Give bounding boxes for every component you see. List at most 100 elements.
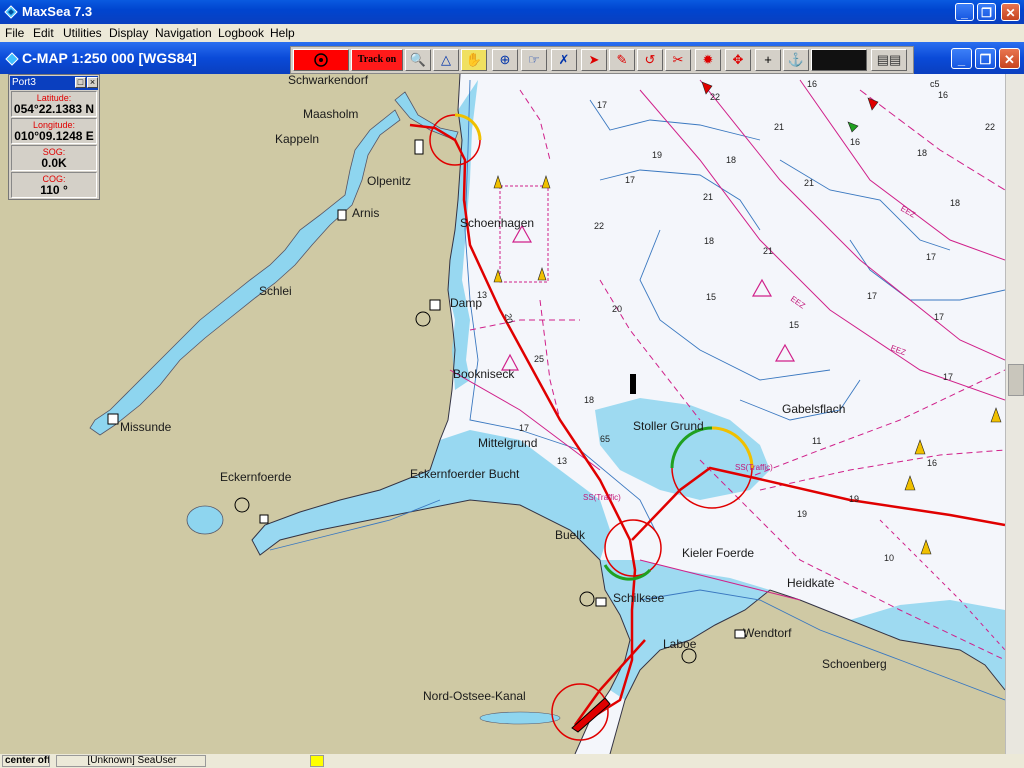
hand-icon: ✋ (465, 52, 483, 67)
plus-button[interactable]: + (755, 49, 781, 71)
depth-sounding: 15 (789, 320, 799, 330)
latitude-field: Latitude: 054°22.1383 N (11, 91, 97, 117)
maxsea-app: MaxSea 7.3 _ ❐ ✕ File Edit Utilities Dis… (0, 0, 1024, 768)
depth-sounding: 17 (519, 423, 529, 433)
compass-button[interactable]: △ (433, 49, 459, 71)
route-icon: ✗ (558, 52, 570, 67)
sog-field: SOG: 0.0K (11, 145, 97, 171)
place-label: Nord-Ostsee-Kanal (423, 689, 526, 703)
menu-bar: File Edit Utilities Display Navigation L… (0, 24, 1024, 42)
depth-sounding: 18 (704, 236, 714, 246)
vertical-scrollbar[interactable] (1005, 74, 1024, 754)
depth-sounding: 20 (612, 304, 622, 314)
target-button[interactable] (293, 49, 349, 71)
pan-button[interactable]: ☞ (521, 49, 547, 71)
app-titlebar: MaxSea 7.3 _ ❐ ✕ (0, 0, 1024, 24)
close-button[interactable]: ✕ (1001, 3, 1020, 21)
schlei-inlet (89, 91, 459, 436)
hand-button[interactable]: ✋ (461, 49, 487, 71)
place-label: Wendtorf (743, 626, 792, 640)
undo-button[interactable]: ↺ (637, 49, 663, 71)
mob-button[interactable]: ✹ (695, 49, 721, 71)
depth-sounding: 22 (985, 122, 995, 132)
place-label: Kappeln (275, 132, 319, 146)
depth-sounding: 65 (600, 434, 610, 444)
pencil-button[interactable]: ✎ (609, 49, 635, 71)
restore-button[interactable]: ❐ (977, 3, 996, 21)
zoom-button[interactable]: 🔍 (405, 49, 431, 71)
cog-value: 110 ° (40, 183, 68, 197)
chart-close-button[interactable]: ✕ (999, 48, 1020, 69)
depth-sounding: 10 (884, 553, 894, 563)
undo-icon: ↺ (644, 52, 656, 67)
minimize-button[interactable]: _ (955, 3, 974, 21)
move-button[interactable]: ✥ (725, 49, 751, 71)
menu-edit[interactable]: Edit (33, 26, 54, 40)
crosshair-button[interactable]: ⊕ (492, 49, 518, 71)
traffic-separation-label-2: SS(Traffic) (735, 463, 773, 472)
route-button[interactable]: ✗ (551, 49, 577, 71)
menu-navigation[interactable]: Navigation (155, 26, 212, 40)
nav-data-panel[interactable]: Port3 □ × Latitude: 054°22.1383 N Longit… (8, 74, 100, 200)
place-label: Stoller Grund (633, 419, 704, 433)
place-label: Olpenitz (367, 174, 411, 188)
chart-canvas[interactable]: SS(Traffic) SS(Traffic) EEZ EEZ EEZ 20 1… (0, 74, 1005, 754)
place-label: Maasholm (303, 107, 358, 121)
kanal-basin (479, 711, 561, 725)
scissors-button[interactable]: ✂ (665, 49, 691, 71)
chart-minimize-button[interactable]: _ (951, 48, 972, 69)
traffic-separation-label: SS(Traffic) (583, 493, 621, 502)
plus-icon: + (764, 52, 772, 67)
place-label: Arnis (352, 206, 379, 220)
depth-sounding: 16 (850, 137, 860, 147)
longitude-field: Longitude: 010°09.1248 E (11, 118, 97, 144)
app-title: MaxSea 7.3 (22, 4, 93, 19)
windebyer-noor (186, 505, 224, 535)
track-on-button[interactable]: Track on (351, 49, 403, 71)
pencil-icon: ✎ (616, 52, 628, 67)
place-label: Schoenhagen (460, 216, 534, 230)
scroll-thumb[interactable] (1008, 364, 1024, 396)
depth-sounding: 21 (703, 192, 713, 202)
user-status: [Unknown] SeaUser (56, 755, 206, 767)
depth-sounding: 19 (849, 494, 859, 504)
cursor-button[interactable]: ➤ (581, 49, 607, 71)
menu-utilities[interactable]: Utilities (63, 26, 102, 40)
depth-sounding: 21 (774, 122, 784, 132)
depth-sounding: 11 (812, 436, 821, 446)
chart-window: C-MAP 1:250 000 [WGS84] _ ❐ ✕ Track on 🔍… (0, 42, 1024, 768)
nav-panel-close-button[interactable]: × (87, 77, 98, 88)
layers-button[interactable]: ▤▤ (871, 49, 907, 71)
crosshair-icon: ⊕ (499, 52, 511, 67)
menu-logbook[interactable]: Logbook (218, 26, 264, 40)
menu-help[interactable]: Help (270, 26, 295, 40)
place-label: Schwarkendorf (288, 74, 369, 87)
depth-sounding: 13 (557, 456, 567, 466)
cursor-icon: ➤ (588, 52, 600, 67)
nav-panel-restore-button[interactable]: □ (75, 77, 86, 88)
depth-sounding: 18 (917, 148, 927, 158)
depth-sounding: 22 (594, 221, 604, 231)
menu-file[interactable]: File (5, 26, 24, 40)
chart-restore-button[interactable]: ❐ (975, 48, 996, 69)
mob-icon: ✹ (702, 52, 714, 67)
contour-20-label: 20 (503, 313, 515, 325)
chart-window-icon (5, 52, 19, 66)
buoy-button[interactable]: ⚓ (783, 49, 809, 71)
place-label: Gabelsflach (782, 402, 845, 416)
chart-window-title: C-MAP 1:250 000 [WGS84] (22, 50, 197, 66)
target-icon (314, 53, 328, 67)
depth-sounding: 18 (726, 155, 736, 165)
place-label: Buelk (555, 528, 586, 542)
nautical-chart[interactable]: SS(Traffic) SS(Traffic) EEZ EEZ EEZ 20 1… (0, 74, 1005, 754)
menu-display[interactable]: Display (109, 26, 148, 40)
depth-sounding: 18 (950, 198, 960, 208)
zoom-icon: 🔍 (409, 52, 427, 67)
depth-sounding: 17 (926, 252, 936, 262)
place-label: Heidkate (787, 576, 835, 590)
compass-icon: △ (441, 52, 451, 67)
chart-toolbar: Track on 🔍 △ ✋ ⊕ ☞ ✗ ➤ ✎ ↺ ✂ ✹ ✥ + ⚓ ▤▤ (290, 46, 914, 74)
depth-sounding: 16 (807, 79, 817, 89)
center-mode-status[interactable]: center off (2, 755, 50, 767)
place-label: Bookniseck (453, 367, 515, 381)
